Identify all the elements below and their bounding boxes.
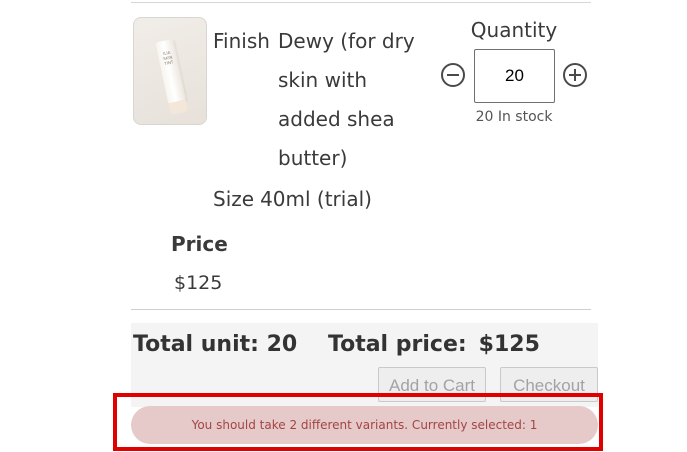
variant-option-value: Dewy (for dry skin with added shea butte… <box>278 29 415 170</box>
size-value: 40ml (trial) <box>260 187 372 211</box>
size-row: Size 40ml (trial) <box>213 184 372 214</box>
highlight-box <box>113 393 603 451</box>
stock-status: 20 In stock <box>475 109 553 125</box>
price-value: $125 <box>174 272 223 294</box>
quantity-heading: Quantity <box>470 18 558 42</box>
price-heading: Price <box>171 232 228 256</box>
size-label: Size <box>213 187 255 211</box>
variant-option-label: Finish <box>213 29 270 53</box>
total-price-value: $125 <box>478 332 540 357</box>
cart-line-item: ILIA SKIN TINT Finish Dewy (for dry skin… <box>0 0 687 452</box>
divider-middle <box>131 309 591 310</box>
product-image[interactable]: ILIA SKIN TINT <box>133 17 207 125</box>
tube-icon: ILIA SKIN TINT <box>155 38 189 115</box>
tube-cap <box>168 99 189 115</box>
total-price-label: Total price: <box>328 332 467 357</box>
increase-quantity-icon[interactable] <box>563 63 587 87</box>
decrease-quantity-icon[interactable] <box>441 63 465 87</box>
tube-label-text: ILIA SKIN TINT <box>162 49 174 67</box>
total-price: Total price: $125 <box>328 330 540 360</box>
total-units: Total unit: 20 <box>133 332 298 357</box>
quantity-input[interactable] <box>474 49 555 103</box>
divider-top <box>131 2 591 3</box>
